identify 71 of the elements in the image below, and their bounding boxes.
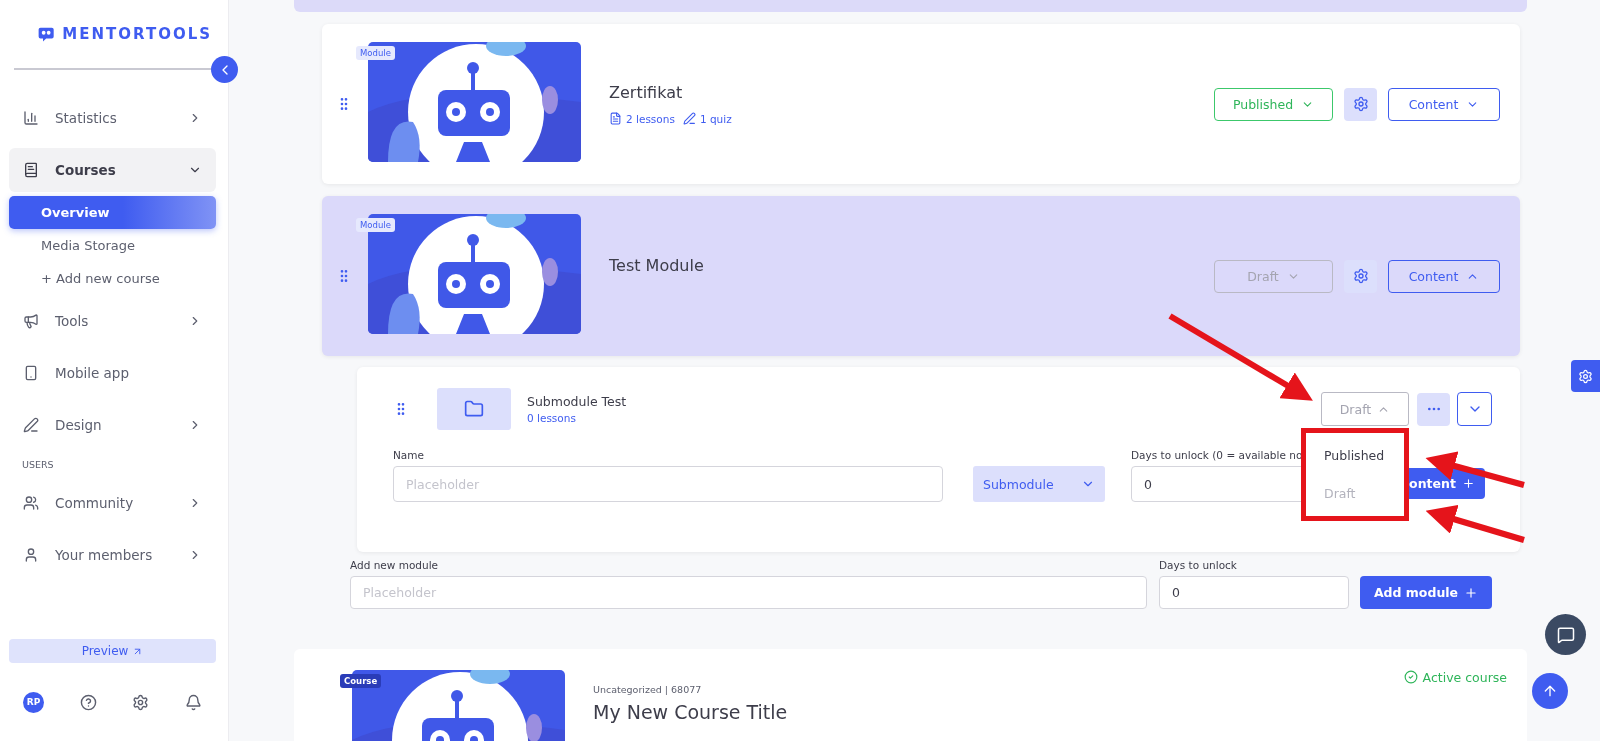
settings-icon [1352,96,1369,112]
nav-label: Statistics [55,110,118,126]
name-input[interactable]: Placeholder [393,466,943,502]
nav-item[interactable]: Design [9,399,216,451]
scroll-top-button[interactable] [1532,673,1568,709]
plus-icon [1461,477,1475,490]
field-label: Days to unlock [1159,559,1238,571]
bell-icon[interactable] [184,693,202,711]
settings-button[interactable] [1571,360,1600,392]
book-icon [23,162,39,178]
chat-button[interactable] [1545,614,1586,655]
content-dropdown[interactable]: Content [1388,259,1500,293]
field-label: Name [393,449,425,461]
user-avatar[interactable]: RP [23,691,44,713]
type-select[interactable]: Submodule [973,466,1105,502]
course-category: Uncategorized | 68077 [593,684,703,695]
module-title: Zertifikat [609,83,684,102]
nav-item[interactable]: Courses [9,148,216,192]
logo-text: MENTORTOOLS [62,25,212,43]
pen-icon [682,112,696,125]
add-module-button[interactable]: Add module [1360,576,1492,609]
nav-item[interactable]: Community [9,477,216,529]
module-title: Test Module [609,255,705,275]
submenu-item[interactable]: + Add new course [9,262,216,295]
module-badge: Module [356,218,395,232]
days-input[interactable]: 0 [1159,576,1349,609]
user-icon [23,547,39,563]
preview-button[interactable]: Preview [9,639,216,663]
plus-icon [1464,585,1479,600]
nav-label: Community [55,495,135,511]
nav-item[interactable]: Your members [9,529,216,581]
menu-option[interactable]: Published [1306,448,1404,464]
nav-label: Tools [55,313,90,329]
settings-button[interactable] [1344,87,1377,121]
folder-icon [464,399,484,419]
help-icon[interactable] [79,693,97,711]
course-title: My New Course Title [593,701,789,723]
settings-icon [1352,268,1369,284]
submodule-title: Submodule Test [527,394,628,409]
submenu-item[interactable]: Overview [9,196,216,229]
expand-button[interactable] [1457,392,1492,426]
check-circle-icon [1403,670,1418,684]
settings-icon [1578,368,1593,384]
collapse-button[interactable] [211,56,238,83]
nav-label: Your members [55,547,154,563]
content-dropdown[interactable]: Content [1388,87,1500,121]
course-badge: Course [340,674,382,688]
settings-button[interactable] [1344,259,1377,293]
module-name-input[interactable]: Placeholder [350,576,1147,609]
nav-item[interactable]: Statistics [9,92,216,144]
module-badge: Module [356,46,395,60]
lessons-link[interactable]: 0 lessons [527,412,1321,424]
document-icon [609,112,622,125]
users-icon [23,495,39,511]
settings-icon[interactable] [132,693,150,711]
nav-label: Mobile app [55,365,130,381]
meta-link[interactable]: 2 lessons [626,112,675,125]
nav-label: Design [55,417,103,433]
nav-item[interactable]: Mobile app [9,347,216,399]
meta-link[interactable]: 1 quiz [699,112,732,125]
megaphone-icon [23,313,39,329]
field-label: Add new module [350,559,440,571]
nav-item[interactable]: Tools [9,295,216,347]
phone-icon [23,365,39,381]
submenu-item[interactable]: Media Storage [9,229,216,262]
course-status: Active course [1403,670,1507,741]
section-label: USERS [21,457,55,472]
nav-label: Courses [55,162,117,178]
bar-chart-icon [23,110,39,126]
chat-icon [1556,625,1575,644]
pen-icon [23,417,39,433]
